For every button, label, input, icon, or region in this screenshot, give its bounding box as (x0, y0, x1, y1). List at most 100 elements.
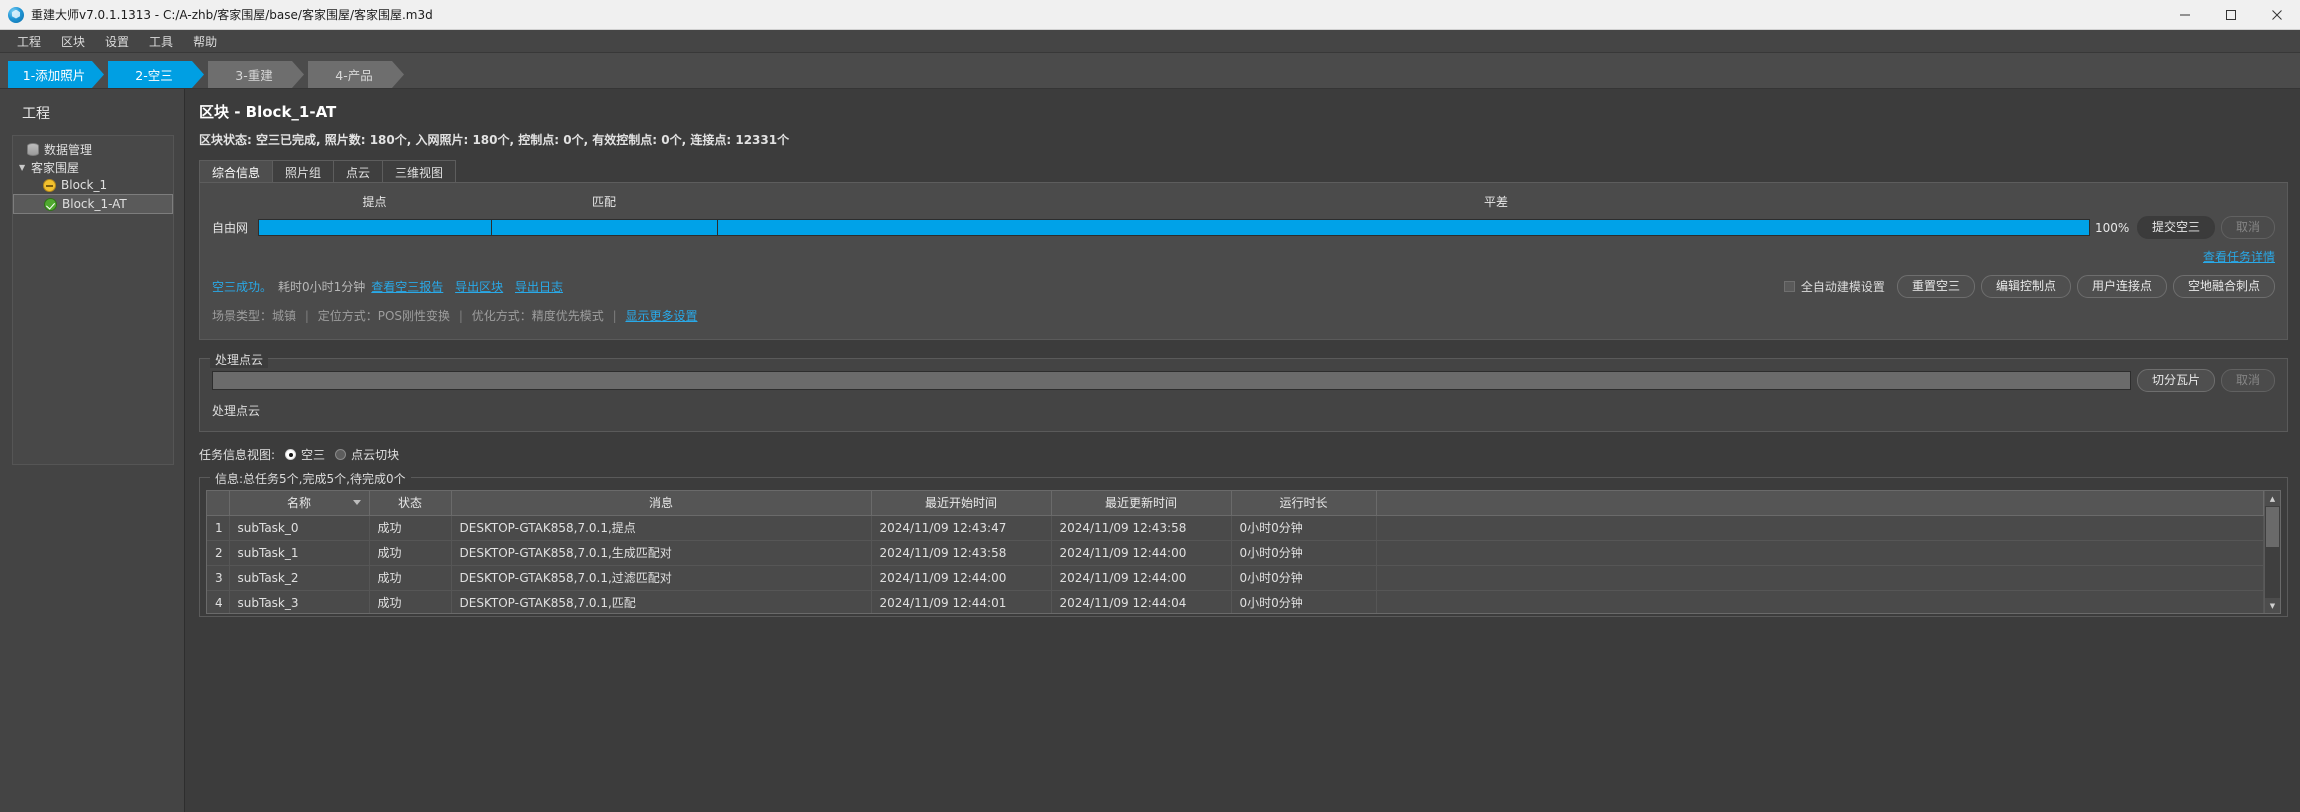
point-cloud-legend: 处理点云 (210, 351, 269, 368)
scrollbar-track[interactable] (2265, 548, 2280, 598)
cell-update-time: 2024/11/09 12:44:00 (1051, 565, 1232, 591)
divider: | (458, 309, 463, 323)
sidebar-title: 工程 (22, 106, 50, 122)
task-info-group: 信息:总任务5个,完成5个,待完成0个 名称 状态 消息 最近开始时间 最近更新… (199, 470, 2288, 617)
menu-item-project[interactable]: 工程 (7, 31, 51, 52)
column-header-duration[interactable]: 运行时长 (1231, 491, 1377, 516)
cell-status: 成功 (369, 515, 452, 541)
step-products[interactable]: 4-产品 (308, 61, 404, 88)
cell-name: subTask_0 (229, 515, 370, 541)
settings-summary-row: 场景类型：城镇 | 定位方式：POS刚性变换 | 优化方式：精度优先模式 | 显… (212, 307, 2275, 324)
cell-filler (1376, 515, 2264, 541)
cell-message: DESKTOP-GTAK858,7.0.1,匹配 (451, 590, 872, 613)
phase-label-tiepoints: 提点 (362, 195, 387, 209)
reset-at-button[interactable]: 重置空三 (1896, 275, 1975, 298)
tab-overview[interactable]: 综合信息 (199, 160, 274, 182)
table-row[interactable]: 1 subTask_0 成功 DESKTOP-GTAK858,7.0.1,提点 … (207, 515, 2264, 541)
cancel-point-cloud-button: 取消 (2220, 369, 2275, 392)
radio-at-label: 空三 (301, 448, 326, 462)
menu-item-help[interactable]: 帮助 (183, 31, 227, 52)
step-aerial-triangulation[interactable]: 2-空三 (108, 61, 204, 88)
at-success-text: 空三成功。 (212, 280, 273, 294)
maximize-icon[interactable] (2208, 0, 2254, 29)
scrollbar-thumb[interactable] (2266, 507, 2279, 547)
export-log-link[interactable]: 导出日志 (515, 280, 563, 294)
cell-duration: 0小时0分钟 (1231, 540, 1377, 566)
submit-at-button[interactable]: 提交空三 (2136, 216, 2215, 239)
point-cloud-caption: 处理点云 (212, 404, 261, 418)
table-row[interactable]: 4 subTask_3 成功 DESKTOP-GTAK858,7.0.1,匹配 … (207, 590, 2264, 613)
tab-photo-groups[interactable]: 照片组 (272, 160, 335, 182)
tree-item-label: Block_1-AT (62, 197, 127, 211)
column-header-name[interactable]: 名称 (229, 491, 370, 516)
tree-item-data-management[interactable]: 数据管理 (13, 140, 173, 158)
page-title: 区块 - Block_1-AT (199, 103, 337, 121)
window-controls (2162, 0, 2300, 29)
radio-point-cloud-tiles[interactable]: 点云切块 (335, 446, 399, 463)
step-reconstruction[interactable]: 3-重建 (208, 61, 304, 88)
progress-row: 自由网 100% 提交空三 取消 (212, 216, 2275, 239)
optimize-method-text: 优化方式：精度优先模式 (471, 309, 604, 323)
menu-bar: 工程 区块 设置 工具 帮助 (0, 30, 2300, 53)
checkbox-icon (1783, 281, 1795, 292)
task-view-label: 任务信息视图: (199, 448, 276, 462)
point-cloud-progress-row: 切分瓦片 取消 (212, 369, 2275, 392)
close-icon[interactable] (2254, 0, 2300, 29)
table-row[interactable]: 3 subTask_2 成功 DESKTOP-GTAK858,7.0.1,过滤匹… (207, 565, 2264, 591)
scroll-up-icon[interactable]: ▲ (2265, 491, 2280, 506)
cell-filler (1376, 565, 2264, 591)
view-task-detail-link[interactable]: 查看任务详情 (2203, 250, 2275, 264)
tab-3d-view[interactable]: 三维视图 (382, 160, 457, 182)
cell-name: subTask_2 (229, 565, 370, 591)
column-header-update-time[interactable]: 最近更新时间 (1051, 491, 1232, 516)
tree-item-label: Block_1 (61, 178, 108, 192)
row-index: 1 (207, 515, 230, 541)
show-more-settings-link[interactable]: 显示更多设置 (625, 309, 697, 323)
tree-item-block-1-at[interactable]: Block_1-AT (13, 194, 173, 214)
air-ground-fusion-button[interactable]: 空地融合刺点 (2172, 275, 2275, 298)
column-header-start-time[interactable]: 最近开始时间 (871, 491, 1052, 516)
cell-start-time: 2024/11/09 12:43:47 (871, 515, 1052, 541)
divider: | (304, 309, 309, 323)
cell-filler (1376, 590, 2264, 613)
column-header-status[interactable]: 状态 (369, 491, 452, 516)
user-tie-points-button[interactable]: 用户连接点 (2076, 275, 2167, 298)
tree-item-label: 数据管理 (44, 142, 93, 157)
column-header-filler (1376, 491, 2264, 516)
edit-control-points-button[interactable]: 编辑控制点 (1980, 275, 2071, 298)
auto-modeling-label: 全自动建模设置 (1800, 280, 1885, 294)
overview-panel: 提点 匹配 平差 自由网 100% 提交空三 取消 查看任务详情 空三成功。 耗… (199, 183, 2288, 340)
column-header-message[interactable]: 消息 (451, 491, 872, 516)
tree-item-project-root[interactable]: ▼ 客家围屋 (13, 158, 173, 176)
export-block-link[interactable]: 导出区块 (455, 280, 503, 294)
split-tiles-button[interactable]: 切分瓦片 (2136, 369, 2215, 392)
auto-modeling-checkbox[interactable]: 全自动建模设置 (1783, 278, 1885, 295)
table-scrollbar[interactable]: ▲ ▼ (2264, 491, 2280, 613)
main-panel: 区块 - Block_1-AT 区块状态: 空三已完成, 照片数: 180个, … (185, 89, 2300, 812)
cell-status: 成功 (369, 540, 452, 566)
radio-point-cloud-label: 点云切块 (351, 448, 400, 462)
task-info-view: 任务信息视图: 空三 点云切块 信息:总任务5个,完成5个,待完成0个 名称 状… (199, 446, 2288, 617)
minimize-icon[interactable] (2162, 0, 2208, 29)
sort-desc-icon[interactable] (352, 500, 361, 505)
progress-segment-matching (492, 220, 718, 235)
menu-item-block[interactable]: 区块 (51, 31, 95, 52)
tree-item-block-1[interactable]: Block_1 (13, 176, 173, 194)
row-index: 4 (207, 590, 230, 613)
menu-item-settings[interactable]: 设置 (95, 31, 139, 52)
table-row[interactable]: 2 subTask_1 成功 DESKTOP-GTAK858,7.0.1,生成匹… (207, 540, 2264, 566)
menu-item-tools[interactable]: 工具 (139, 31, 183, 52)
row-index: 3 (207, 565, 230, 591)
block-status-line: 区块状态: 空三已完成, 照片数: 180个, 入网照片: 180个, 控制点:… (199, 133, 790, 147)
view-at-report-link[interactable]: 查看空三报告 (371, 280, 443, 294)
step-add-photos[interactable]: 1-添加照片 (8, 61, 104, 88)
result-links: 查看空三报告 导出区块 导出日志 (371, 278, 571, 295)
radio-at[interactable]: 空三 (285, 446, 325, 463)
scroll-down-icon[interactable]: ▼ (2265, 598, 2280, 613)
column-label: 名称 (286, 496, 311, 511)
tab-point-cloud[interactable]: 点云 (333, 160, 384, 182)
tree-item-label: 客家围屋 (31, 160, 80, 175)
point-cloud-group: 处理点云 切分瓦片 取消 处理点云 (199, 351, 2288, 432)
task-summary-legend: 信息:总任务5个,完成5个,待完成0个 (210, 470, 411, 487)
chevron-down-icon[interactable]: ▼ (19, 163, 31, 172)
